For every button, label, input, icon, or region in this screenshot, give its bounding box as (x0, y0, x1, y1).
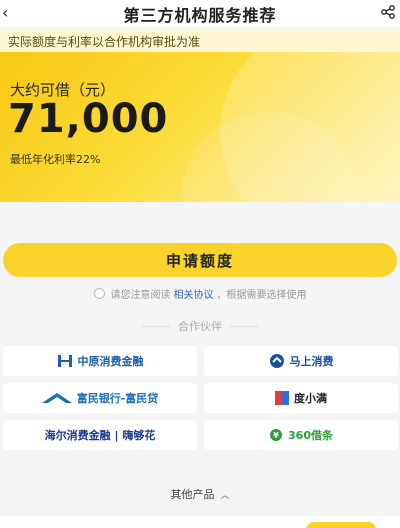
mashang-logo-icon (269, 353, 285, 369)
other-products-label: 其他产品 (170, 488, 215, 501)
notice-text: 实际额度与利率以合作机构审批为准 (8, 34, 201, 49)
product-card (0, 516, 400, 528)
share-icon[interactable] (380, 4, 396, 20)
duxiaoman-logo-icon (275, 391, 289, 405)
apply-credit-button[interactable]: 申请额度 (3, 243, 397, 277)
partners-title: 合作伙伴 (178, 320, 222, 333)
partner-mashang[interactable]: 马上消费 (204, 346, 398, 376)
divider (230, 325, 258, 327)
top-nav-bar: ‹ 第三方机构服务推荐 (0, 0, 400, 27)
partners-heading: 合作伙伴 (0, 318, 400, 334)
svg-text:¥: ¥ (273, 431, 279, 440)
divider (142, 325, 170, 327)
partner-360[interactable]: ¥ 360借条 (204, 420, 398, 450)
back-icon[interactable]: ‹ (2, 3, 8, 22)
360-logo-icon: ¥ (269, 428, 283, 442)
zhongyuan-logo-icon (57, 354, 73, 368)
partner-haier[interactable]: 海尔消费金融 | 嗨够花 (3, 420, 197, 450)
partner-zhongyuan[interactable]: 中原消费金融 (3, 346, 197, 376)
partner-duxiaoman[interactable]: 度小满 (204, 383, 398, 413)
loan-amount-card: 大约可借（元） 71,000 最低年化利率22% (0, 52, 400, 202)
agreement-checkbox[interactable] (93, 287, 105, 299)
loan-amount: 71,000 (8, 96, 169, 142)
interest-rate: 最低年化利率22% (10, 153, 101, 166)
partner-name: 360借条 (288, 429, 333, 442)
partner-name: 富民银行-富民贷 (76, 392, 159, 405)
agreement-row: 请您注意阅读 相关协议 ，根据需要选择使用 (0, 286, 400, 301)
page-title: 第三方机构服务推荐 (123, 5, 277, 25)
approval-notice: 实际额度与利率以合作机构审批为准 (0, 30, 400, 52)
partner-name: 度小满 (294, 392, 327, 405)
partner-name: 海尔消费金融 | 嗨够花 (44, 429, 156, 442)
other-products-toggle[interactable]: 其他产品 ︿ (0, 487, 400, 501)
agreement-prefix: 请您注意阅读 (110, 289, 171, 301)
fumin-logo-icon (41, 392, 72, 404)
partner-name: 马上消费 (289, 355, 334, 368)
product-action-button[interactable] (306, 522, 376, 528)
chevron-up-icon: ︿ (220, 490, 230, 501)
partner-name: 中原消费金融 (77, 355, 144, 368)
partner-fumin[interactable]: 富民银行-富民贷 (3, 383, 197, 413)
agreement-link[interactable]: 相关协议 (174, 286, 214, 301)
agreement-suffix: ，根据需要选择使用 (216, 289, 307, 301)
